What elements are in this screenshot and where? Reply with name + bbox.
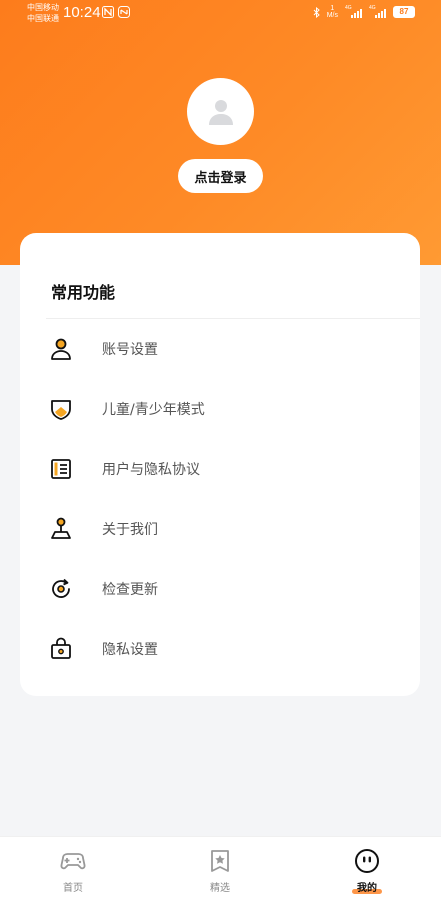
carrier-names: 中国移动 中国联通: [27, 2, 59, 24]
carrier-1: 中国移动: [27, 3, 59, 12]
tab-featured[interactable]: 精选: [180, 847, 260, 894]
document-icon: [51, 459, 71, 479]
net-speed: 1 M/s: [326, 5, 338, 19]
tab-label: 我的: [357, 883, 377, 894]
gamepad-icon: [60, 853, 86, 870]
default-avatar-icon: [208, 99, 233, 125]
menu-item-label: 隐私设置: [102, 642, 158, 658]
signal-2-icon: 4G: [369, 5, 386, 18]
menu-item-about-us[interactable]: 关于我们: [20, 499, 420, 559]
login-button[interactable]: 点击登录: [178, 159, 263, 193]
bluetooth-icon: [313, 6, 320, 18]
menu-item-label: 检查更新: [102, 582, 158, 598]
menu-item-user-privacy-agreement[interactable]: 用户与隐私协议: [20, 439, 420, 499]
menu-item-account-settings[interactable]: 账号设置: [20, 319, 420, 379]
menu-item-label: 用户与隐私协议: [102, 462, 200, 478]
user-icon: [51, 338, 71, 360]
tab-label: 首页: [63, 883, 83, 894]
notification-icons: [102, 6, 130, 18]
menu-item-youth-mode[interactable]: 儿童/青少年模式: [20, 379, 420, 439]
notification-app-icon: [118, 6, 130, 18]
bottom-tab-bar: 首页 精选 我的: [0, 836, 441, 900]
avatar[interactable]: [187, 78, 254, 145]
menu-item-check-update[interactable]: 检查更新: [20, 559, 420, 619]
tab-home[interactable]: 首页: [33, 847, 113, 894]
status-right: 1 M/s 4G 4G 87: [313, 5, 415, 19]
face-icon: [355, 849, 379, 873]
tab-mine[interactable]: 我的: [327, 847, 407, 894]
menu-item-label: 儿童/青少年模式: [102, 402, 205, 418]
shield-icon: [51, 400, 71, 420]
star-bookmark-icon: [211, 850, 229, 872]
menu-item-label: 账号设置: [102, 342, 158, 358]
status-bar: 中国移动 中国联通 10:24 1 M/s 4G 4G 87: [0, 0, 441, 28]
pin-icon: [51, 517, 71, 539]
signal-1-icon: 4G: [345, 5, 362, 18]
menu-item-privacy-settings[interactable]: 隐私设置: [20, 619, 420, 679]
menu-item-label: 关于我们: [102, 522, 158, 538]
tab-label: 精选: [210, 883, 230, 894]
refresh-icon: [52, 578, 70, 598]
section-title: 常用功能: [51, 283, 116, 302]
status-time: 10:24: [63, 4, 101, 21]
lock-icon: [51, 637, 71, 659]
battery-indicator: 87: [393, 6, 415, 18]
notification-n-icon: [102, 6, 114, 18]
carrier-2: 中国联通: [27, 14, 59, 23]
profile-header: 中国移动 中国联通 10:24 1 M/s 4G 4G 87 点击登录: [0, 0, 441, 265]
common-functions-card: 常用功能 账号设置 儿童/青少年模式 用户与隐私协议 关于我们 检查更新 隐私设…: [20, 233, 420, 696]
